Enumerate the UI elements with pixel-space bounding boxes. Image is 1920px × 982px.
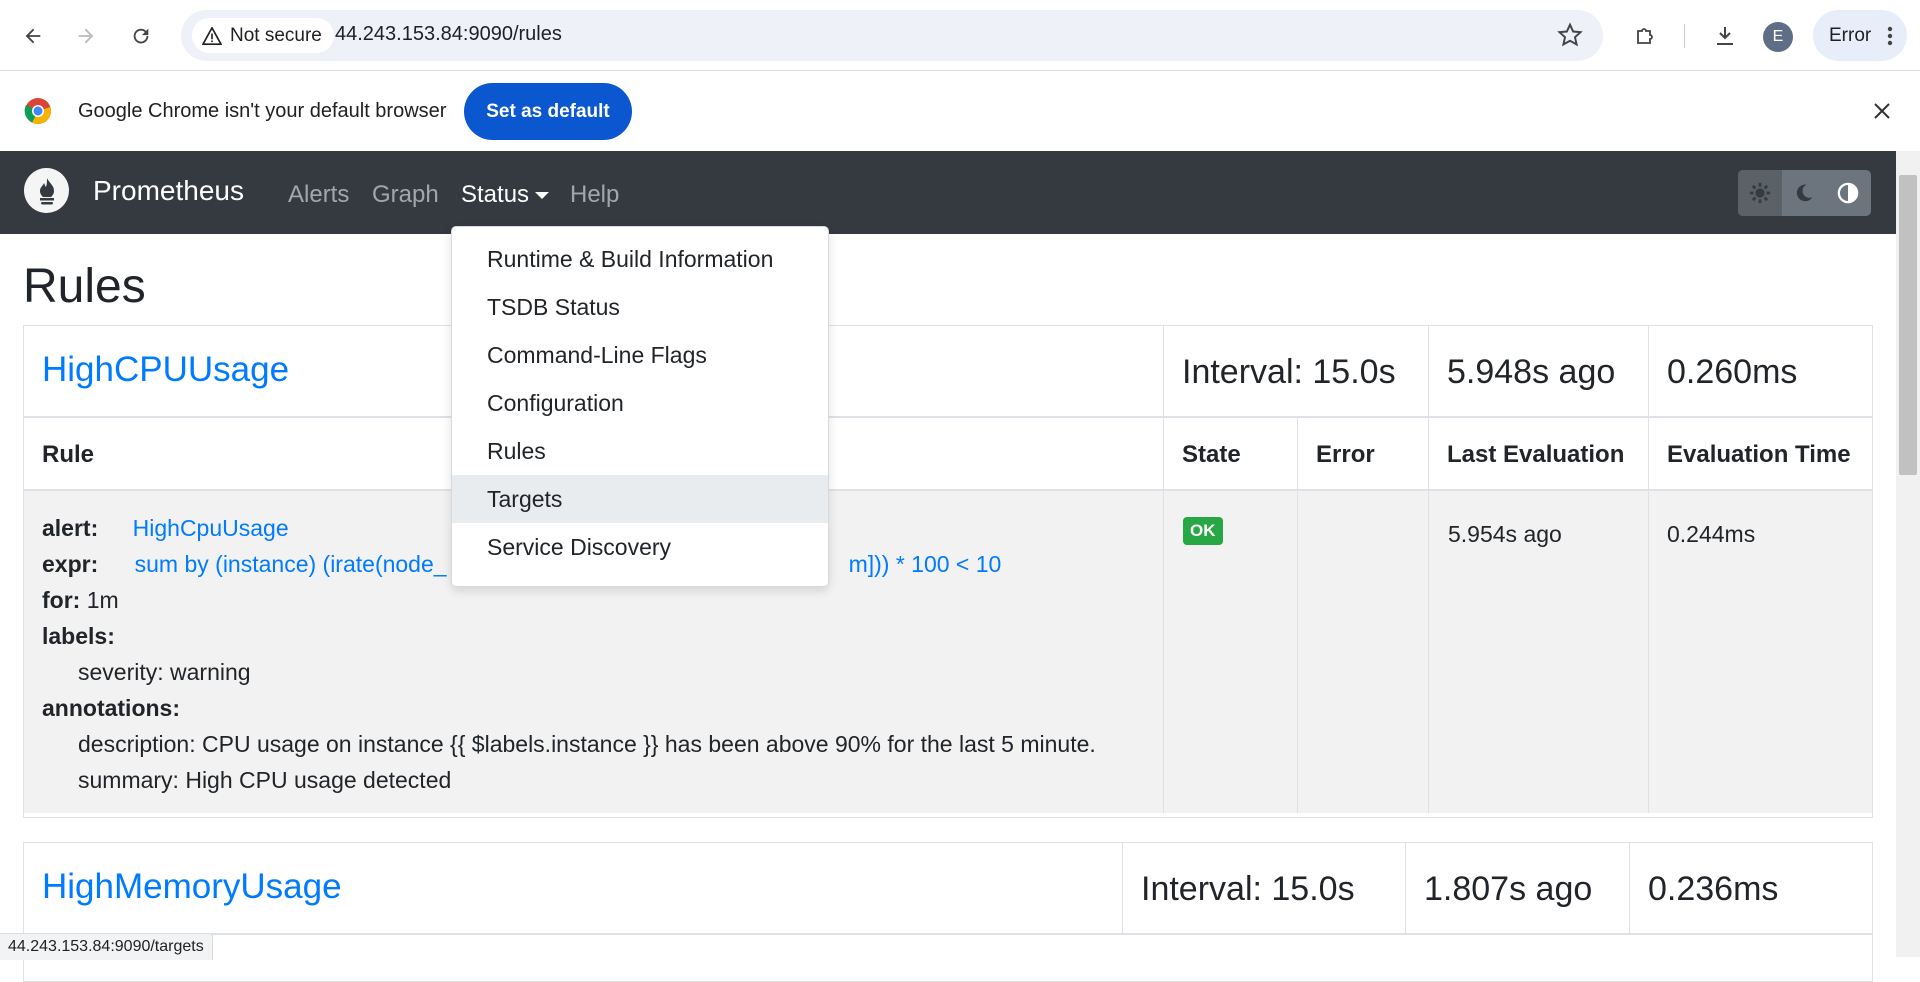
link-status-bubble: 44.243.153.84:9090/targets <box>0 933 213 960</box>
reload-icon <box>133 28 149 44</box>
rule-group-card: HighMemoryUsage Interval: 15.0s 1.807s a… <box>23 842 1873 982</box>
col-header-error: Error <box>1297 418 1428 491</box>
cell-divider <box>1648 491 1649 813</box>
rule-alert-key: alert: <box>42 515 99 541</box>
group-last-eval: 5.948s ago <box>1428 326 1648 418</box>
error-menu-button[interactable]: Error <box>1813 10 1907 61</box>
dropdown-item-targets[interactable]: Targets <box>452 475 828 523</box>
reload-button[interactable] <box>121 16 161 56</box>
col-header-last-evaluation: Last Evaluation <box>1428 418 1648 491</box>
group-header: HighCPUUsage Interval: 15.0s 5.948s ago … <box>24 326 1872 418</box>
status-dropdown-menu: Runtime & Build Information TSDB Status … <box>451 226 829 587</box>
toolbar-divider <box>1684 24 1685 48</box>
dropdown-item-runtime[interactable]: Runtime & Build Information <box>452 235 828 283</box>
rule-for-value: 1m <box>86 587 119 613</box>
dropdown-item-flags[interactable]: Command-Line Flags <box>452 331 828 379</box>
downloads-button[interactable] <box>1705 16 1745 56</box>
cell-divider <box>1428 491 1429 813</box>
table-row: alert: HighCpuUsage expr: sum by (instan… <box>24 491 1872 813</box>
prometheus-logo-icon[interactable] <box>24 168 69 213</box>
rule-expr-key: expr: <box>42 551 99 577</box>
puzzle-icon <box>1637 28 1653 44</box>
group-interval: Interval: 15.0s <box>1163 326 1428 418</box>
forward-arrow-icon <box>78 28 94 44</box>
nav-graph[interactable]: Graph <box>372 181 439 209</box>
group-header: HighMemoryUsage Interval: 15.0s 1.807s a… <box>24 843 1872 935</box>
infobar-message: Google Chrome isn't your default browser <box>78 100 447 122</box>
dropdown-item-configuration[interactable]: Configuration <box>452 379 828 427</box>
back-button[interactable] <box>13 16 53 56</box>
cell-divider <box>1297 491 1298 813</box>
group-eval-time: 0.236ms <box>1629 843 1872 935</box>
extensions-button[interactable] <box>1626 16 1666 56</box>
col-header-evaluation-time: Evaluation Time <box>1648 418 1872 491</box>
rule-annotation-summary: summary: High CPU usage detected <box>78 767 452 793</box>
group-name-link[interactable]: HighMemoryUsage <box>42 867 342 907</box>
group-eval-time: 0.260ms <box>1648 326 1872 418</box>
warning-triangle-icon <box>202 26 222 45</box>
infobar-close-button[interactable] <box>1866 95 1898 127</box>
theme-toggle-group <box>1738 170 1871 216</box>
rule-label-severity: severity: warning <box>78 659 251 685</box>
rules-table-header: Rule State Error Last Evaluation Evaluat… <box>24 418 1872 491</box>
rule-group-card: HighCPUUsage Interval: 15.0s 5.948s ago … <box>23 325 1873 818</box>
dropdown-item-service-discovery[interactable]: Service Discovery <box>452 523 828 571</box>
rule-evaluation-time: 0.244ms <box>1667 521 1756 547</box>
download-icon <box>1717 27 1733 45</box>
nav-alerts[interactable]: Alerts <box>288 181 349 209</box>
rule-alert-name-link[interactable]: HighCpuUsage <box>133 515 289 541</box>
theme-light-button[interactable] <box>1738 170 1782 216</box>
prometheus-brand[interactable]: Prometheus <box>93 175 244 207</box>
prometheus-navbar: Prometheus Alerts Graph Status Help <box>0 151 1896 234</box>
bookmark-star-icon[interactable] <box>1557 22 1583 48</box>
profile-avatar[interactable]: E <box>1763 22 1793 52</box>
group-last-eval: 1.807s ago <box>1405 843 1629 935</box>
group-name-link[interactable]: HighCPUUsage <box>42 350 289 390</box>
cell-divider <box>1163 491 1164 813</box>
rule-expr-right: m])) * 100 < 10 <box>848 551 1002 577</box>
default-browser-infobar: Google Chrome isn't your default browser… <box>0 71 1920 151</box>
nav-help[interactable]: Help <box>570 181 619 209</box>
theme-auto-button[interactable] <box>1826 170 1870 216</box>
group-interval: Interval: 15.0s <box>1122 843 1405 935</box>
url-text[interactable]: 44.243.153.84:9090/rules <box>335 23 562 46</box>
page-scrollbar-thumb[interactable] <box>1899 175 1917 475</box>
error-label: Error <box>1829 24 1872 46</box>
col-header-state: State <box>1163 418 1297 491</box>
gear-sun-icon <box>1749 182 1771 204</box>
forward-button[interactable] <box>66 16 106 56</box>
address-bar[interactable]: Not secure 44.243.153.84:9090/rules <box>181 10 1603 61</box>
caret-down-icon <box>535 192 550 200</box>
moon-icon <box>1796 184 1813 202</box>
close-icon <box>1874 103 1890 119</box>
kebab-menu-icon <box>1888 26 1893 45</box>
rule-labels-key: labels: <box>42 623 115 649</box>
rule-annotation-description: description: CPU usage on instance {{ $l… <box>78 731 1096 757</box>
page-title: Rules <box>23 260 146 313</box>
dropdown-item-rules[interactable]: Rules <box>452 427 828 475</box>
rule-for-line: for: 1m <box>42 587 119 614</box>
rule-alert-line: alert: HighCpuUsage <box>42 515 289 542</box>
chrome-logo-icon <box>24 98 51 124</box>
rule-last-evaluation: 5.954s ago <box>1448 521 1562 547</box>
set-as-default-button[interactable]: Set as default <box>464 83 632 140</box>
security-label: Not secure <box>230 24 322 46</box>
half-circle-icon <box>1837 182 1859 204</box>
browser-toolbar: Not secure 44.243.153.84:9090/rules E Er… <box>0 0 1920 71</box>
rule-expr-left: sum by (instance) (irate(node_ <box>134 551 447 577</box>
security-indicator[interactable]: Not secure <box>192 18 334 53</box>
state-badge: OK <box>1183 517 1223 545</box>
theme-dark-button[interactable] <box>1782 170 1826 216</box>
nav-status[interactable]: Status <box>461 181 550 209</box>
back-arrow-icon <box>25 28 41 44</box>
rule-annotations-key: annotations: <box>42 695 180 721</box>
dropdown-item-tsdb[interactable]: TSDB Status <box>452 283 828 331</box>
rule-for-key: for: <box>42 587 81 613</box>
nav-status-label: Status <box>461 181 530 208</box>
